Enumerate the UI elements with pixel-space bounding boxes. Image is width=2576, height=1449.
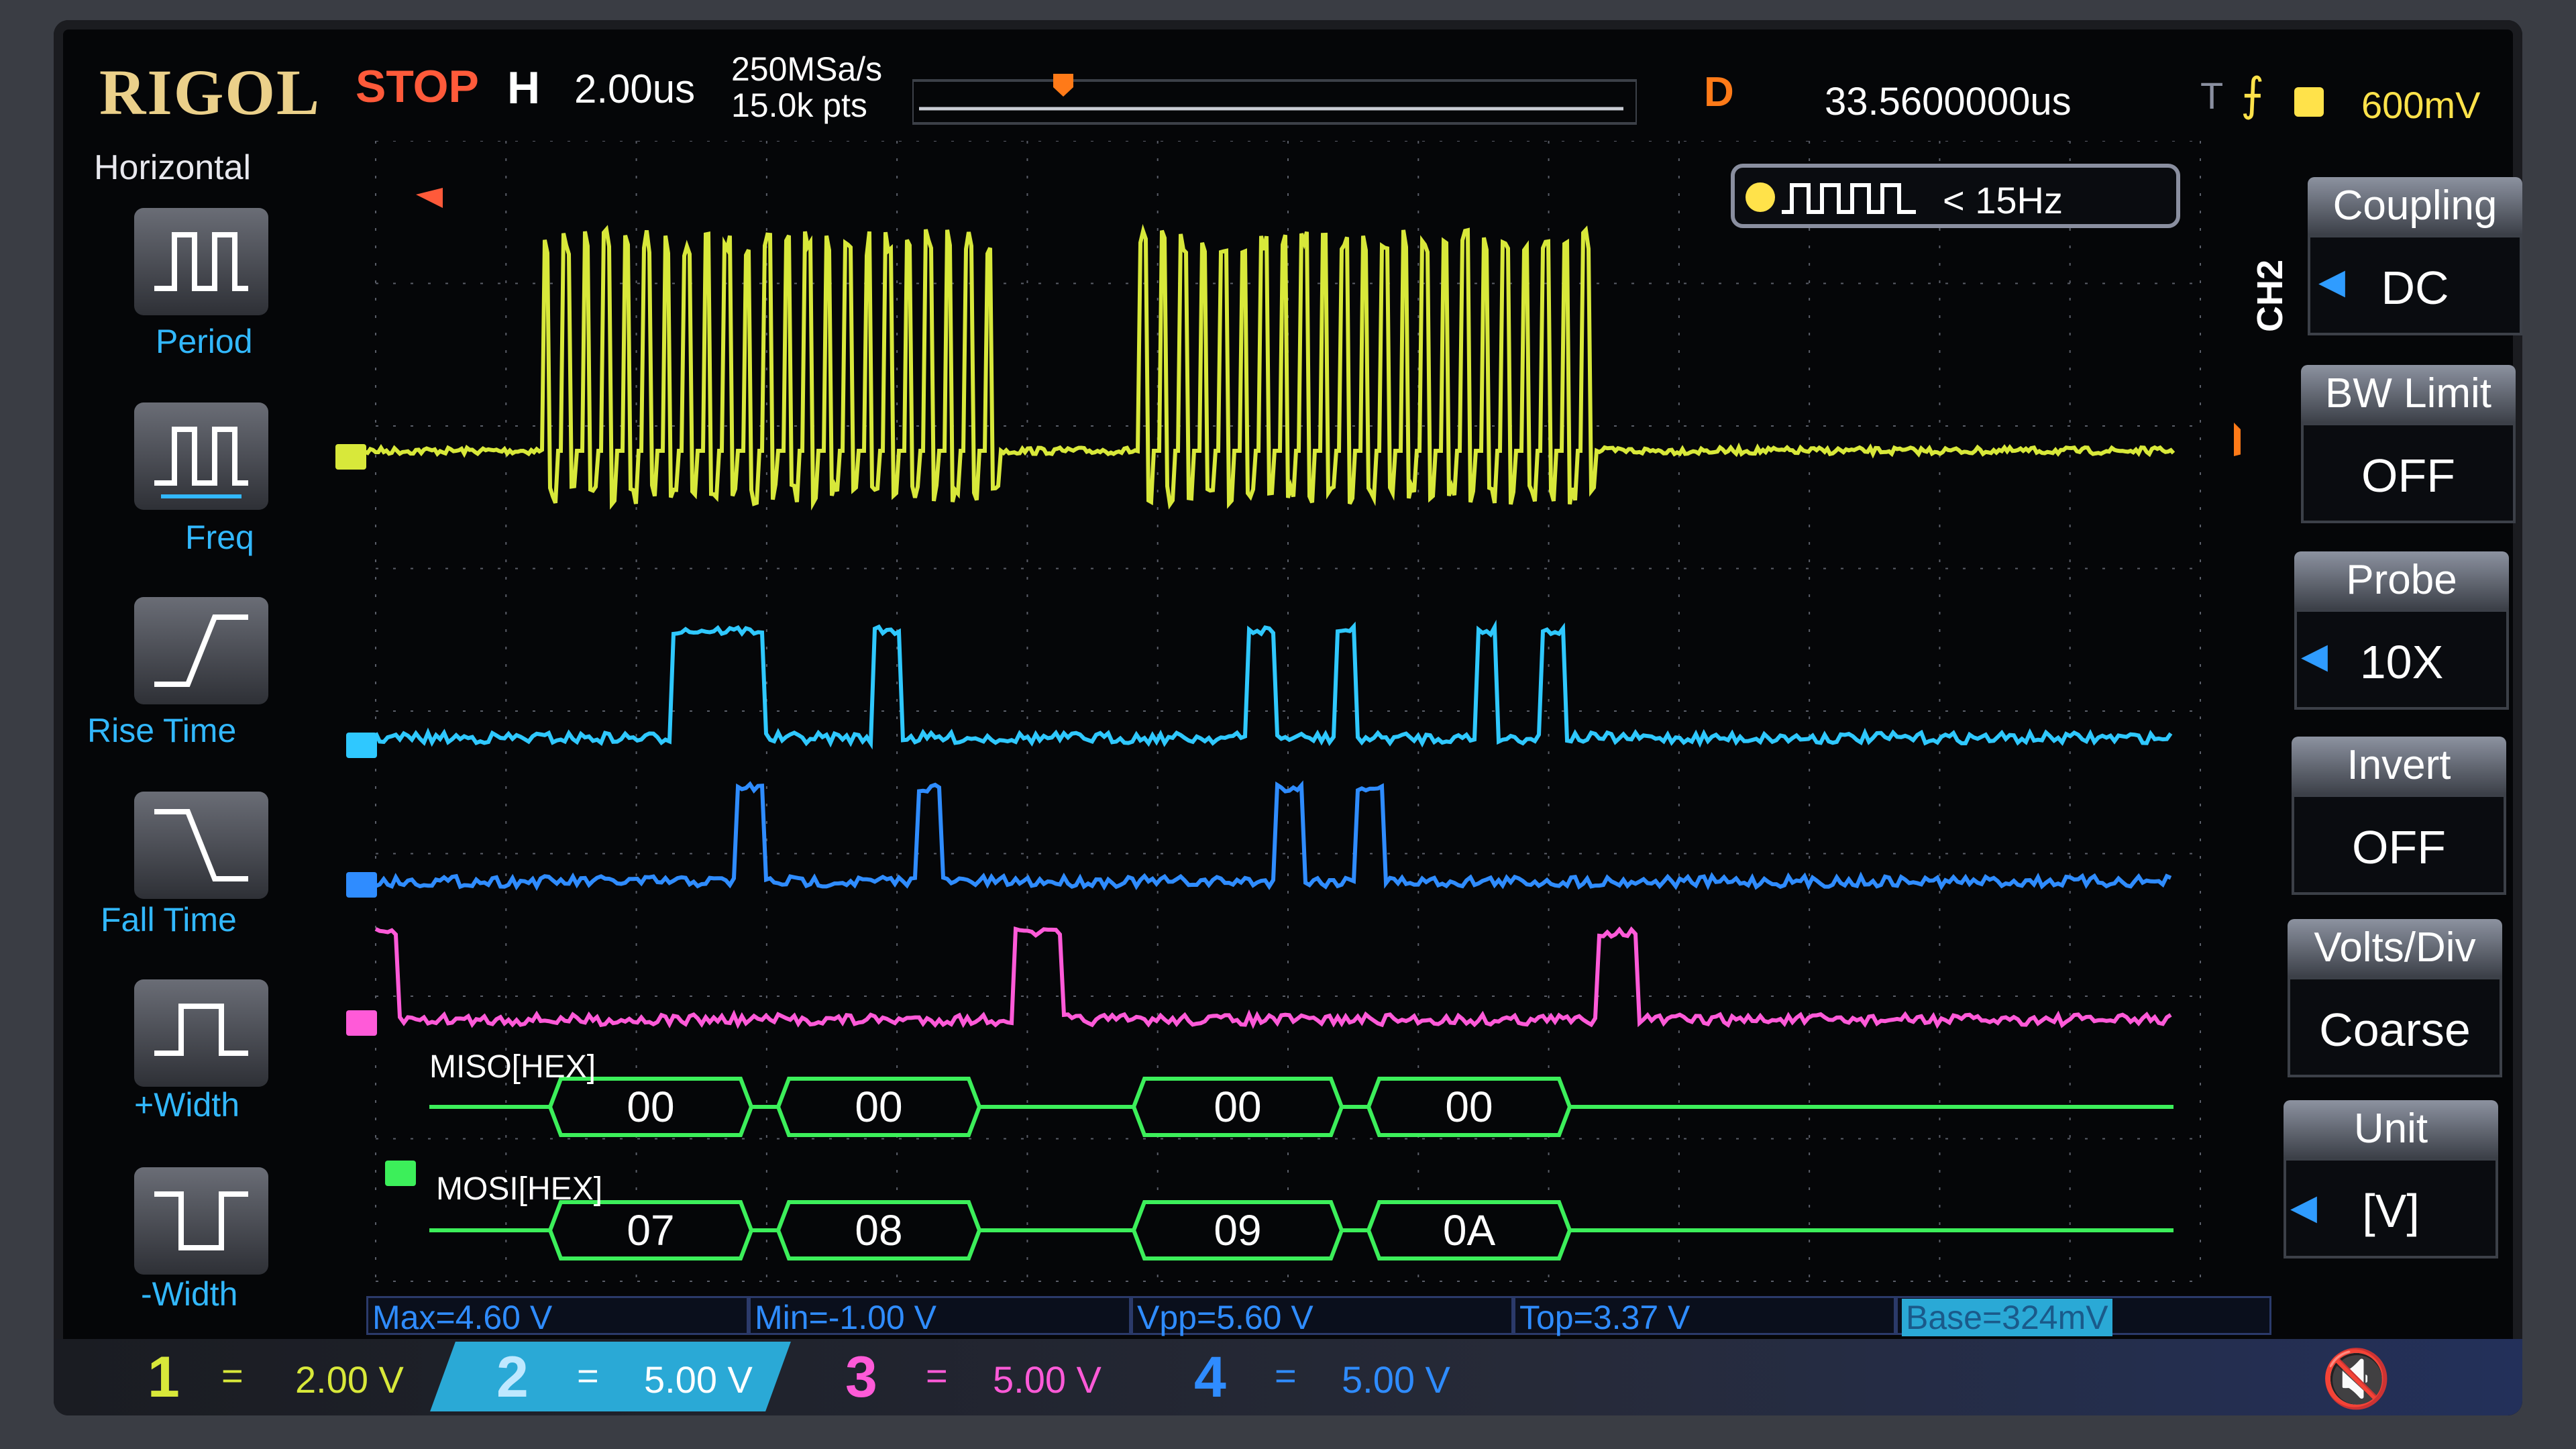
ch2-waveform [374,619,2173,750]
mosi-byte-value: 0A [1443,1206,1496,1254]
spi-decode: 00 00 00 00 07 08 09 0A [429,1077,2174,1260]
unit-arrow-icon: ◀ [2290,1188,2317,1227]
meas-top: Top=3.37 V [1513,1296,1896,1336]
pos-width-button[interactable] [134,979,268,1087]
ch2-scale[interactable]: 5.00 V [644,1358,753,1401]
horizontal-position-marker [416,188,443,208]
neg-width-icon [154,1191,248,1250]
trigger-source-indicator [2294,87,2324,117]
neg-width-label: -Width [141,1275,238,1313]
fall-time-icon [154,809,248,881]
freq-label: Freq [185,519,254,556]
trigger-position-marker [1053,74,1073,97]
coupling-arrow-icon: ◀ [2318,262,2345,301]
frequency-counter: < 15Hz [1731,164,2180,228]
ch2-number[interactable]: 2 [496,1344,529,1411]
memory-depth: 15.0k pts [731,87,867,124]
ch2-coupling: = [577,1354,599,1397]
miso-byte-value: 00 [855,1083,902,1131]
meas-base-value: Base=324mV [1902,1299,2112,1336]
trigger-level-marker [2234,423,2241,456]
mosi-byte-value: 07 [627,1206,674,1254]
ch3-marker [346,1010,377,1036]
mosi-byte-value: 09 [1214,1206,1261,1254]
ch1-waveform [335,223,2176,511]
ch4-waveform [374,780,2172,892]
ch3-scale[interactable]: 5.00 V [993,1358,1102,1401]
fall-time-button[interactable] [134,792,268,899]
pos-width-icon [154,1004,248,1056]
freq-icon [154,427,248,498]
ch3-coupling: = [926,1354,948,1397]
meas-min: Min=-1.00 V [749,1296,1131,1336]
invert-value[interactable]: OFF [2292,794,2506,895]
rising-edge-icon: ⨍ [2241,69,2265,120]
timebase-value[interactable]: 2.00us [574,66,695,112]
counter-source-icon [1746,182,1775,212]
trigger-level[interactable]: 600mV [2361,83,2480,127]
freq-button[interactable] [134,402,268,510]
delay-value[interactable]: 33.5600000us [1825,79,2072,124]
rise-time-button[interactable] [134,597,268,704]
ch4-coupling: = [1275,1354,1297,1397]
miso-label: MISO[HEX] [429,1049,596,1085]
neg-width-button[interactable] [134,1167,268,1275]
invert-title: Invert [2292,737,2506,794]
probe-arrow-icon: ◀ [2301,637,2328,676]
rise-time-label: Rise Time [87,712,237,749]
miso-byte-value: 00 [627,1083,674,1131]
mosi-byte-value: 08 [855,1206,902,1254]
period-label: Period [156,323,253,360]
bw-limit-title: BW Limit [2301,365,2516,423]
speaker-muted-icon[interactable]: 🔇 [2321,1346,2392,1412]
unit-title: Unit [2284,1100,2498,1158]
ch4-marker [346,872,377,898]
miso-byte-value: 00 [1214,1083,1261,1131]
coupling-title: Coupling [2308,177,2522,235]
counter-value: < 15Hz [1943,179,2063,221]
period-icon [154,232,248,291]
run-status[interactable]: STOP [356,60,479,113]
ch3-waveform [374,926,2172,1030]
mosi-label: MOSI[HEX] [436,1171,602,1207]
meas-base: Base=324mV [1896,1296,2271,1336]
brand-logo: RIGOL [99,56,321,128]
meas-max: Max=4.60 V [366,1296,749,1336]
trigger-label: T [2200,74,2224,117]
ch2-marker [346,733,377,758]
miso-byte-value: 00 [1445,1083,1493,1131]
measurement-results: Max=4.60 V Min=-1.00 V Vpp=5.60 V Top=3.… [322,1296,2271,1339]
decode-marker [385,1161,416,1186]
period-button[interactable] [134,208,268,315]
measurement-menu: Horizontal Period Freq Rise Time Fall Ti… [80,141,335,1335]
ch3-number[interactable]: 3 [845,1344,877,1411]
sample-info: 250MSa/s 15.0k pts [731,51,882,123]
ch1-coupling: = [221,1354,244,1397]
ch1-scale[interactable]: 2.00 V [295,1358,404,1401]
ch4-number[interactable]: 4 [1194,1344,1226,1411]
pulse-train-icon [1782,183,1916,214]
volts-div-title: Volts/Div [2288,919,2502,977]
ch4-scale[interactable]: 5.00 V [1342,1358,1450,1401]
meas-vpp: Vpp=5.60 V [1131,1296,1513,1336]
top-status-bar: RIGOL STOP H 2.00us 250MSa/s 15.0k pts D… [54,20,2522,141]
memory-overview [912,74,1637,125]
measure-category: Horizontal [94,148,252,187]
probe-title: Probe [2294,551,2509,609]
sample-rate: 250MSa/s [731,50,883,88]
pos-width-label: +Width [134,1086,240,1124]
rise-time-icon [154,614,248,687]
fall-time-label: Fall Time [101,901,237,938]
menu-channel-label: CH2 [2250,259,2291,333]
channel-menu: CH2 Coupling DC ◀ BW Limit OFF Probe 10X… [2250,161,2522,1301]
delay-label: D [1704,69,1734,115]
ch1-marker [335,444,366,470]
ch1-number[interactable]: 1 [148,1344,180,1411]
volts-div-value[interactable]: Coarse [2288,977,2502,1077]
waveform-display[interactable]: 00 00 00 00 07 08 09 0A MISO[HEX] MOSI[HEX] [335,141,2241,1295]
horizontal-label: H [507,62,541,113]
oscilloscope-screen: RIGOL STOP H 2.00us 250MSa/s 15.0k pts D… [54,20,2522,1415]
channel-status-bar: 1 = 2.00 V 2 = 5.00 V 3 = 5.00 V 4 = 5.0… [54,1339,2522,1415]
bw-limit-value[interactable]: OFF [2301,423,2516,523]
